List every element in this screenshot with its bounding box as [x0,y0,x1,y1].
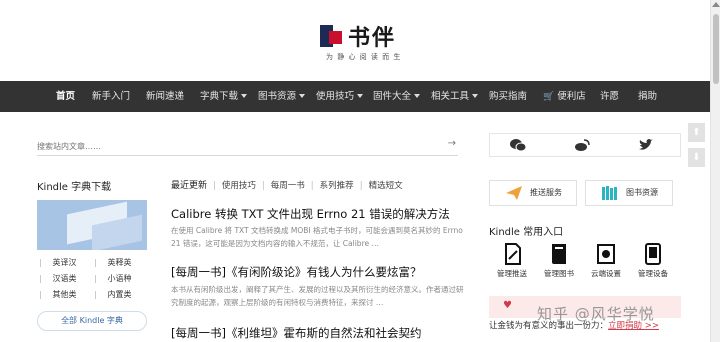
chevron-down-icon [241,94,248,98]
entry-cloud-settings[interactable]: 云端设置 [583,243,629,279]
kindle-dict-title: Kindle 字典下载 [37,182,112,193]
site-slogan: 为 静 心 阅 读 而 生 [326,53,402,61]
weibo-icon[interactable] [574,138,590,152]
chevron-down-icon [472,94,479,98]
search-input[interactable] [37,136,427,157]
tab-weekly-book[interactable]: 每周一书 [271,179,305,191]
nav-item-tools[interactable]: 相关工具 [431,81,479,112]
watermark: 知乎 @风华学悦 [537,305,655,323]
feed-tabs: 最近更新 | 使用技巧 | 每周一书 | 系列推荐 | 精选短文 [171,178,403,191]
dict-minor-lang[interactable]: 小语种 [92,272,147,286]
entry-manage-push[interactable]: 管理推送 [489,243,535,279]
nav-item-news[interactable]: 新闻速递 [146,81,184,112]
site-header: 书伴 为 静 心 阅 读 而 生 [0,0,710,80]
heart-icon: ♥ [503,300,512,311]
scroll-thumb [713,14,719,84]
book-icon [547,243,571,265]
all-dict-button[interactable]: 全部 Kindle 字典 [37,311,147,331]
dict-en-zh[interactable]: 英译汉 [37,256,92,270]
logo-text: 书伴 [348,25,397,51]
document-icon [500,243,524,265]
entry-manage-devices[interactable]: 管理设备 [630,243,676,279]
social-links [489,133,681,157]
page-scrollbar[interactable] [710,0,720,342]
tab-essays[interactable]: 精选短文 [369,179,403,191]
push-service-button[interactable]: 推送服务 [489,180,577,206]
post-excerpt: 本书从有闲阶级出发，阐释了其产生、发展的过程以及其所衍生的经济意义。作者通过研究… [171,285,464,307]
logo-mark-icon [320,25,342,47]
scroll-top-button[interactable]: ⬆ [688,123,705,142]
chevron-down-icon [357,94,364,98]
nav-item-books[interactable]: 图书资源 [258,81,306,112]
cart-icon: 🛒 [543,92,555,102]
nav-item-store[interactable]: 🛒 便利店 [543,81,586,112]
paper-plane-icon [506,186,522,200]
dict-en-en[interactable]: 英释英 [92,256,147,270]
book-resource-button[interactable]: 图书资源 [585,180,673,206]
dict-other[interactable]: 其他类 [37,288,92,302]
twitter-icon[interactable] [638,138,654,152]
nav-item-beginner[interactable]: 新手入门 [92,81,130,112]
main-nav: 首页 新手入门 新闻速递 字典下载 图书资源 使用技巧 固件大全 相关工具 购买… [0,81,710,112]
arrow-right-icon[interactable]: → [448,138,456,149]
cloud-icon [594,243,618,265]
post-title[interactable]: [每周一书]《利维坦》霍布斯的自然法和社会契约 [171,325,421,341]
post-excerpt: 在使用 Calibre 将 TXT 文档转换成 MOBI 格式电子书时，可能会遇… [171,226,463,248]
nav-item-buy-guide[interactable]: 购买指南 [489,81,527,112]
books-icon [602,186,618,200]
dict-chinese[interactable]: 汉语类 [37,272,92,286]
chevron-down-icon [299,94,306,98]
kindle-entry-title: Kindle 常用入口 [489,227,564,238]
chevron-down-icon [414,94,421,98]
post-title[interactable]: Calibre 转换 TXT 文件出现 Errno 21 错误的解决方法 [171,206,450,222]
nav-item-dictionary[interactable]: 字典下载 [200,81,248,112]
post-title[interactable]: [每周一书]《有闲阶级论》有钱人为什么要炫富？ [171,264,421,280]
nav-item-tips[interactable]: 使用技巧 [316,81,364,112]
scroll-up-icon [712,2,720,7]
site-logo[interactable]: 书伴 [320,20,396,52]
nav-item-donate[interactable]: 捐助 [638,81,657,112]
search-bar: → [37,134,458,157]
tab-tips[interactable]: 使用技巧 [222,179,256,191]
nav-item-firmware[interactable]: 固件大全 [373,81,421,112]
dict-builtin[interactable]: 内置类 [92,288,147,302]
tab-series[interactable]: 系列推荐 [320,179,354,191]
nav-item-wish[interactable]: 许愿 [600,81,619,112]
wechat-icon[interactable] [510,138,527,152]
tab-recent[interactable]: 最近更新 [171,178,207,191]
kindle-device-icon [641,243,665,265]
entry-manage-books[interactable]: 管理图书 [536,243,582,279]
scroll-bottom-button[interactable]: ⬇ [688,148,705,167]
nav-item-home[interactable]: 首页 [56,81,75,112]
kindle-dict-banner[interactable] [37,200,147,250]
